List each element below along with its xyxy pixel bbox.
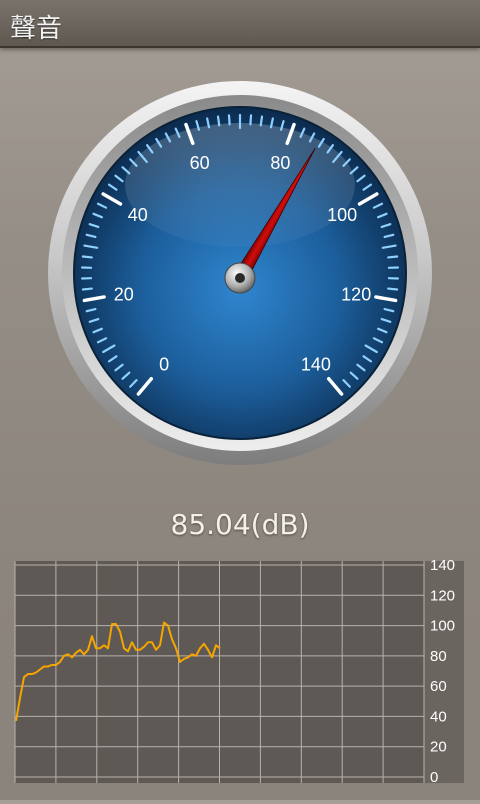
chart-y-tick-label: 20 bbox=[430, 739, 447, 756]
gauge-scale-label: 60 bbox=[190, 153, 210, 173]
gauge-glass-highlight bbox=[125, 123, 355, 247]
gauge-minor-tick bbox=[250, 115, 251, 124]
gauge-svg: 0 20 40 60 80 100 120 140 bbox=[0, 46, 480, 496]
chart-y-tick-label: 120 bbox=[430, 587, 455, 604]
gauge-minor-tick bbox=[261, 117, 262, 126]
chart-y-tick-label: 0 bbox=[430, 769, 438, 786]
chart-y-tick-label: 80 bbox=[430, 648, 447, 665]
gauge-minor-tick bbox=[83, 289, 92, 290]
chart-svg: 0 20 40 60 80 100 120 140 bbox=[0, 556, 480, 800]
gauge-scale-label: 140 bbox=[301, 354, 331, 374]
title-bar: 聲音 bbox=[0, 0, 480, 48]
gauge-scale-label: 120 bbox=[341, 284, 371, 304]
gauge-minor-tick bbox=[83, 256, 92, 257]
gauge-minor-tick bbox=[388, 256, 397, 257]
decibel-history-chart: 0 20 40 60 80 100 120 140 bbox=[0, 556, 480, 800]
sound-meter-gauge: 0 20 40 60 80 100 120 140 bbox=[0, 46, 480, 496]
gauge-scale-label: 80 bbox=[270, 153, 290, 173]
chart-y-tick-label: 40 bbox=[430, 708, 447, 725]
gauge-scale-label: 40 bbox=[128, 205, 148, 225]
decibel-reading: 85.04(dB) bbox=[0, 508, 480, 541]
gauge-minor-tick bbox=[218, 117, 219, 126]
gauge-minor-tick bbox=[388, 289, 397, 290]
chart-y-tick-label: 60 bbox=[430, 678, 447, 695]
gauge-scale-label: 0 bbox=[159, 354, 169, 374]
chart-y-tick-label: 100 bbox=[430, 618, 455, 635]
app-title: 聲音 bbox=[10, 8, 62, 45]
gauge-hub-center bbox=[235, 273, 245, 283]
gauge-minor-tick bbox=[229, 115, 230, 124]
gauge-scale-label: 100 bbox=[327, 205, 357, 225]
gauge-scale-label: 20 bbox=[114, 284, 134, 304]
chart-y-tick-label: 140 bbox=[430, 557, 455, 574]
